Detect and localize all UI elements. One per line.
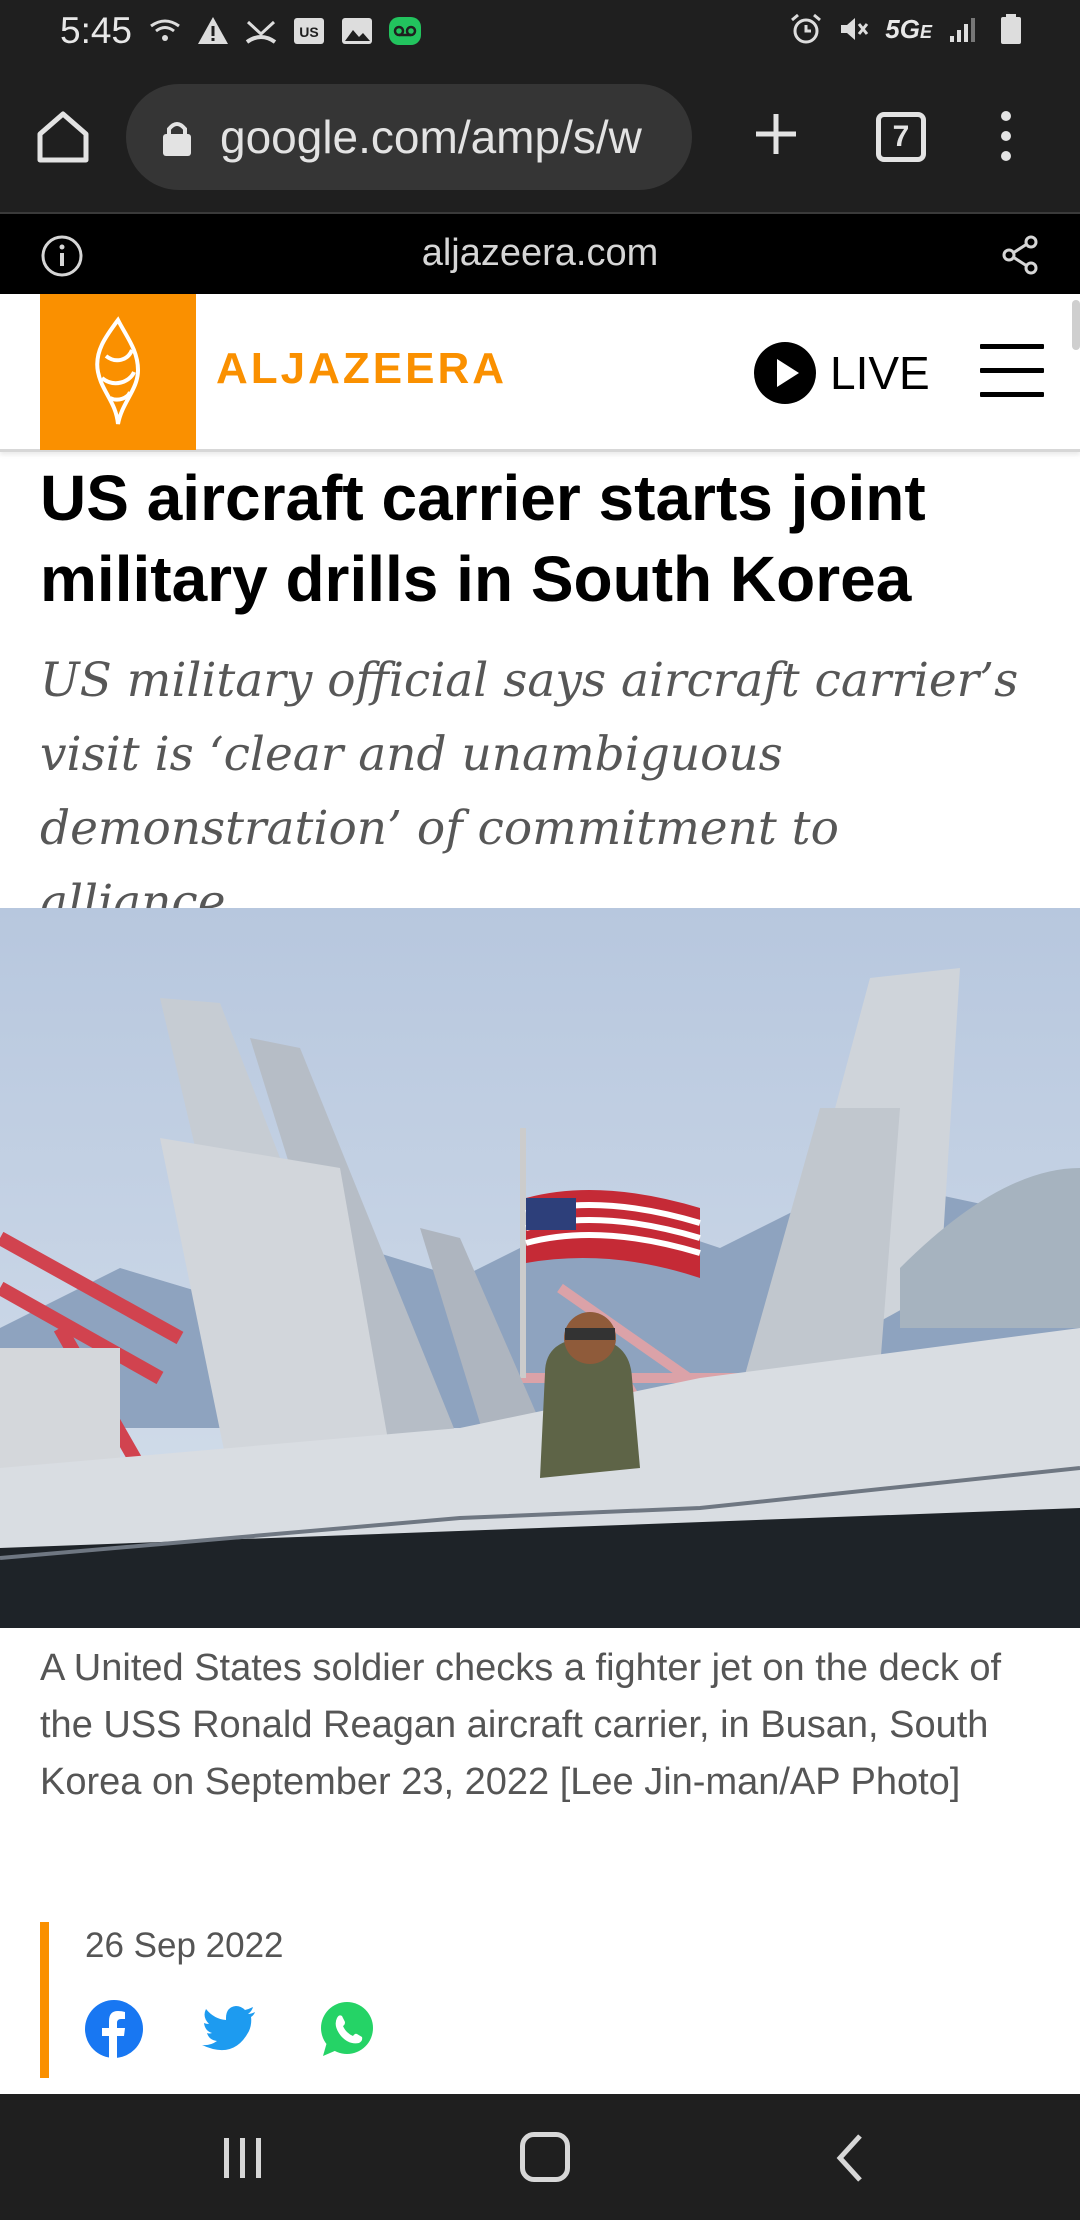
article-meta: 26 Sep 2022 xyxy=(40,1922,740,2078)
url-text[interactable]: google.com/amp/s/w xyxy=(220,110,680,164)
wifi-calling-icon xyxy=(150,19,180,41)
article-hero-image xyxy=(0,908,1080,1628)
more-options-icon[interactable] xyxy=(986,106,1026,166)
aljazeera-emblem-icon xyxy=(95,316,141,425)
site-header: ALJAZEERA LIVE xyxy=(0,294,1080,452)
mute-icon xyxy=(841,18,869,40)
us-badge-icon: US xyxy=(294,18,324,44)
alarm-icon xyxy=(791,13,822,44)
battery-icon xyxy=(1001,14,1021,44)
alert-icon xyxy=(198,17,228,44)
new-tab-icon[interactable] xyxy=(746,104,806,164)
signal-icon xyxy=(950,18,975,42)
publish-date: 26 Sep 2022 xyxy=(85,1926,284,1965)
recent-apps-icon[interactable] xyxy=(218,2136,268,2180)
network-type: 5G xyxy=(885,13,920,44)
image-icon xyxy=(342,18,372,44)
home-icon[interactable] xyxy=(30,104,96,170)
play-icon xyxy=(754,342,816,404)
image-caption: A United States soldier checks a fighter… xyxy=(40,1647,1002,1803)
facebook-icon[interactable] xyxy=(85,2000,143,2058)
aljazeera-logo[interactable] xyxy=(40,294,196,450)
address-bar[interactable]: google.com/amp/s/w xyxy=(126,84,692,190)
tab-count: 7 xyxy=(892,120,910,153)
home-button[interactable] xyxy=(520,2132,570,2182)
share-icon[interactable] xyxy=(1000,234,1040,276)
twitter-icon[interactable] xyxy=(201,2000,259,2058)
voicemail-icon xyxy=(389,17,421,45)
menu-icon[interactable] xyxy=(980,344,1044,397)
status-bar: 5:45 US 5GE xyxy=(0,0,1080,64)
tab-switcher-button[interactable]: 7 xyxy=(876,112,926,162)
network-subtype: E xyxy=(919,21,932,42)
back-icon[interactable] xyxy=(830,2132,870,2184)
live-label: LIVE xyxy=(830,347,930,399)
missed-call-icon xyxy=(245,20,277,44)
svg-text:US: US xyxy=(299,24,318,40)
fighter-jets-photo xyxy=(0,908,1080,1628)
article-subhead: US military official says aircraft carri… xyxy=(40,653,1019,930)
scroll-indicator xyxy=(1072,300,1080,350)
system-nav-bar xyxy=(0,2094,1080,2220)
browser-toolbar: google.com/amp/s/w 7 xyxy=(0,64,1080,212)
live-button[interactable]: LIVE xyxy=(754,342,930,404)
brand-name: ALJAZEERA xyxy=(216,344,508,393)
status-time: 5:45 xyxy=(60,10,133,51)
amp-header-bar: aljazeera.com xyxy=(0,212,1080,294)
whatsapp-icon[interactable] xyxy=(317,2000,375,2058)
amp-domain[interactable]: aljazeera.com xyxy=(0,232,1080,275)
article-headline: US aircraft carrier starts joint militar… xyxy=(40,462,926,615)
lock-icon xyxy=(163,122,191,156)
